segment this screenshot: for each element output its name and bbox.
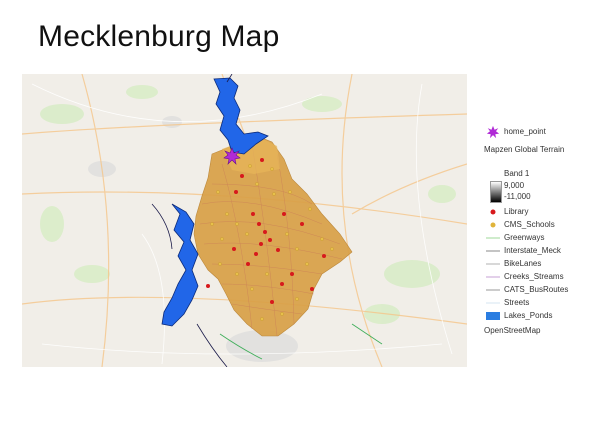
line-swatch-icon <box>484 297 502 308</box>
legend-item-creeks: Creeks_Streams <box>484 271 564 282</box>
legend-item-lakes: Lakes_Ponds <box>484 310 552 321</box>
legend-label: Band 1 <box>504 169 530 178</box>
blue-rect-icon <box>484 310 502 321</box>
line-swatch-icon <box>484 284 502 295</box>
legend-label: Greenways <box>504 233 545 242</box>
legend-label: Creeks_Streams <box>504 272 564 281</box>
legend-label: 9,000 <box>504 181 525 190</box>
line-swatch-icon <box>484 232 502 243</box>
legend-label: BikeLanes <box>504 259 542 268</box>
line-swatch-icon <box>484 245 502 256</box>
legend-label: -11,000 <box>504 192 531 201</box>
legend-item-band-min: -11,000 <box>484 191 531 202</box>
legend-item-band: Band 1 <box>484 168 529 179</box>
legend-item-library: Library <box>484 206 528 217</box>
legend-item-home-point: home_point <box>484 125 546 138</box>
legend-label: Library <box>504 207 529 216</box>
legend-label: Lakes_Ponds <box>504 311 553 320</box>
legend-item-band-max: 9,000 <box>484 180 524 191</box>
legend-item-bikelanes: BikeLanes <box>484 258 541 269</box>
legend-item-osm: OpenStreetMap <box>484 325 540 336</box>
legend-item-busroutes: CATS_BusRoutes <box>484 284 568 295</box>
legend-item-greenways: Greenways <box>484 232 544 243</box>
legend-label: Interstate_Meck <box>504 246 561 255</box>
legend-label: CATS_BusRoutes <box>504 285 569 294</box>
legend-item-schools: CMS_Schools <box>484 219 555 230</box>
map-title: Mecklenburg Map <box>38 20 280 53</box>
legend-label: OpenStreetMap <box>484 326 541 335</box>
legend-label: Streets <box>504 298 530 307</box>
red-dot-icon <box>484 206 502 217</box>
yellow-dot-icon <box>484 219 502 230</box>
line-swatch-icon <box>484 271 502 282</box>
star-icon <box>484 125 502 138</box>
legend-item-streets: Streets <box>484 297 529 308</box>
line-swatch-icon <box>484 258 502 269</box>
legend-label: Mapzen Global Terrain <box>484 145 565 154</box>
map-canvas[interactable] <box>22 74 467 367</box>
legend-item-terrain: Mapzen Global Terrain <box>484 144 564 155</box>
legend-item-interstate: Interstate_Meck <box>484 245 561 256</box>
legend-label: CMS_Schools <box>504 220 555 229</box>
legend-label: home_point <box>504 127 546 136</box>
